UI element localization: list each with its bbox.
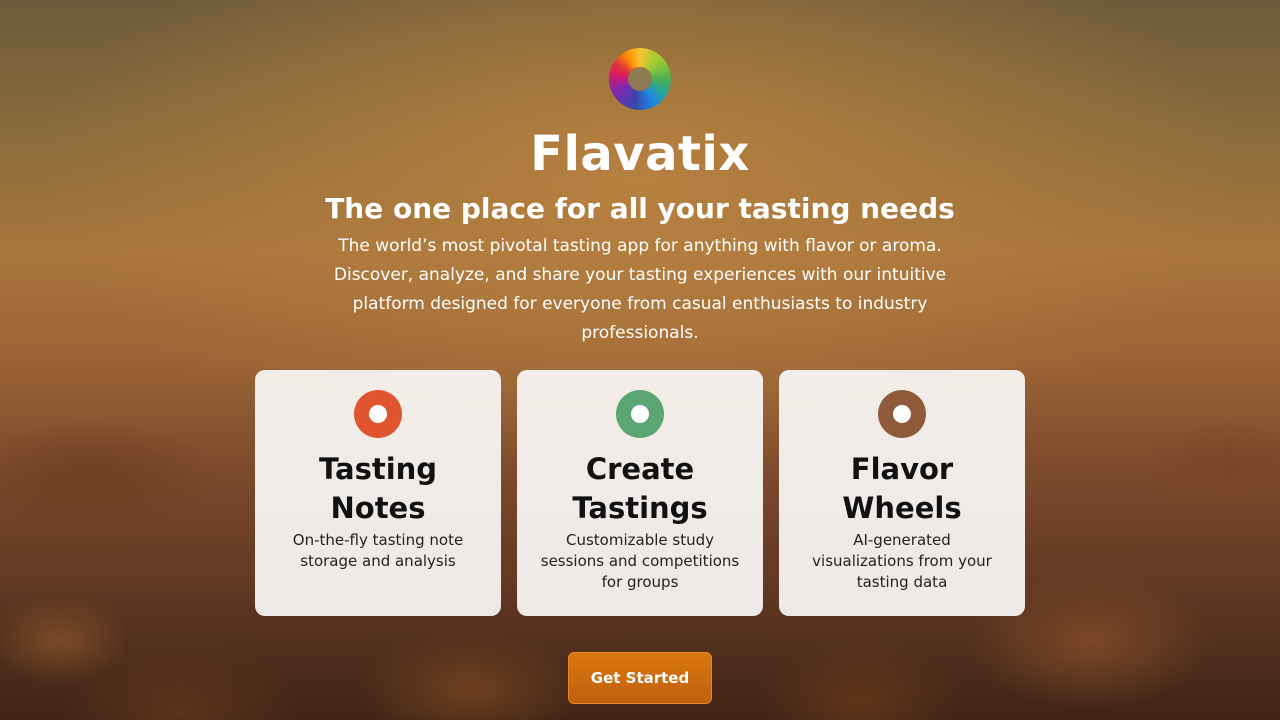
tagline: The one place for all your tasting needs bbox=[325, 192, 955, 225]
color-wheel-logo-icon bbox=[609, 48, 671, 110]
feature-title: Tasting Notes bbox=[318, 452, 438, 525]
ring-icon bbox=[878, 390, 926, 438]
feature-title: Flavor Wheels bbox=[842, 452, 962, 525]
app-description: The world’s most pivotal tasting app for… bbox=[333, 236, 947, 343]
feature-description: On-the-fly tasting note storage and anal… bbox=[292, 531, 464, 570]
feature-card-create-tastings: Create Tastings Customizable study sessi… bbox=[517, 370, 763, 616]
ring-icon bbox=[354, 390, 402, 438]
feature-title: Create Tastings bbox=[572, 452, 708, 525]
feature-description: Customizable study sessions and competit… bbox=[540, 531, 740, 591]
feature-card-tasting-notes: Tasting Notes On-the-fly tasting note st… bbox=[255, 370, 501, 616]
get-started-button[interactable]: Get Started bbox=[567, 652, 713, 704]
feature-card-flavor-wheels: Flavor Wheels AI-generated visualization… bbox=[779, 370, 1025, 616]
app-title: Flavatix bbox=[530, 126, 750, 182]
landing-hero: Flavatix The one place for all your tast… bbox=[0, 0, 1280, 720]
ring-icon bbox=[616, 390, 664, 438]
feature-cards: Tasting Notes On-the-fly tasting note st… bbox=[255, 370, 1025, 616]
feature-description: AI-generated visualizations from your ta… bbox=[812, 531, 992, 591]
